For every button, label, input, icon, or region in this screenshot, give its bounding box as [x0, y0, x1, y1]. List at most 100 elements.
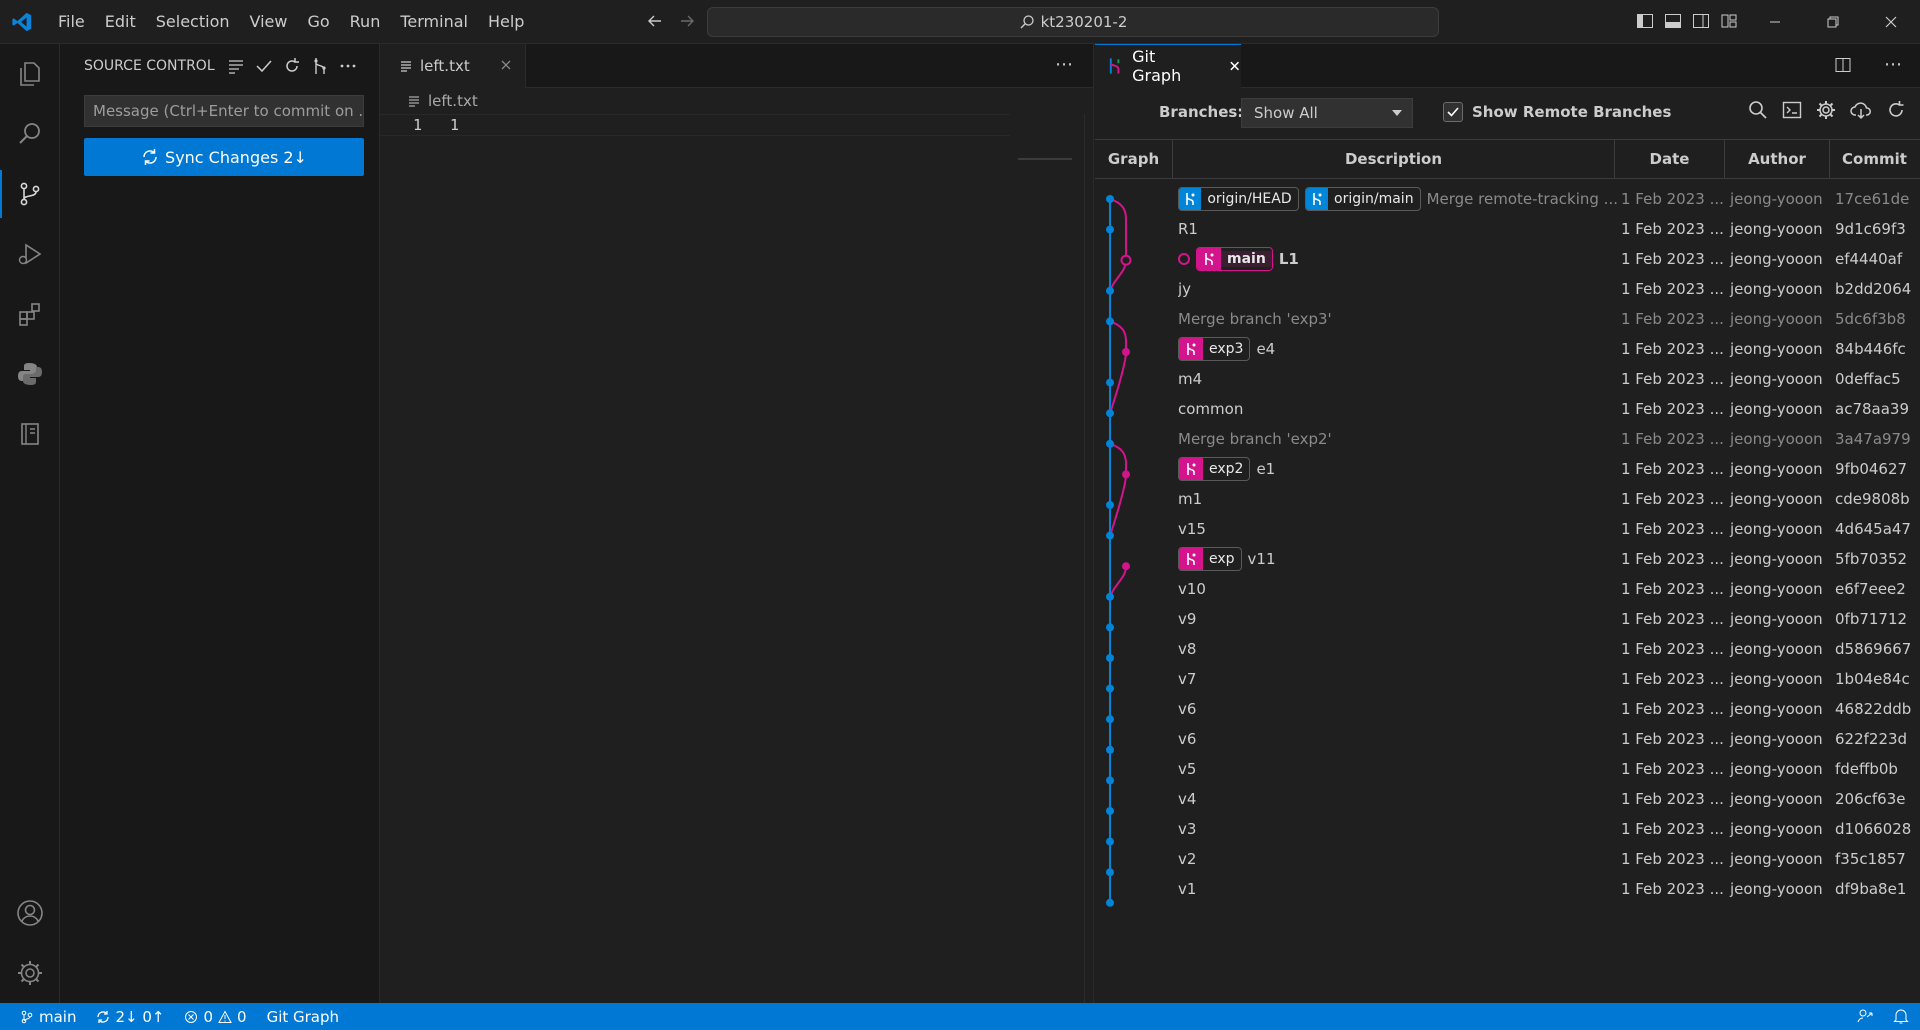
status-branch[interactable]: main [0, 1008, 86, 1026]
command-center[interactable]: kt230201-2 [707, 7, 1439, 37]
table-row[interactable]: v15 1 Feb 2023 ... jeong-yooon 4d645a47 [1095, 514, 1920, 544]
minimize-button[interactable] [1746, 0, 1804, 44]
table-row[interactable]: R1 1 Feb 2023 ... jeong-yooon 9d1c69f3 [1095, 214, 1920, 244]
table-row[interactable]: v6 1 Feb 2023 ... jeong-yooon 622f223d [1095, 724, 1920, 754]
tab-label: Git Graph [1132, 47, 1182, 85]
notifications-bell-icon[interactable] [1892, 1007, 1910, 1025]
branch-label[interactable]: main [1196, 247, 1273, 271]
notebook-button[interactable] [0, 404, 60, 464]
column-header-date[interactable]: Date [1615, 139, 1725, 179]
table-row[interactable]: v8 1 Feb 2023 ... jeong-yooon d5869667 [1095, 634, 1920, 664]
table-row[interactable]: common 1 Feb 2023 ... jeong-yooon ac78aa39 [1095, 394, 1920, 424]
column-header-graph[interactable]: Graph [1095, 139, 1173, 179]
tab-left-txt[interactable]: left.txt [380, 43, 526, 88]
branch-label[interactable]: exp [1178, 547, 1242, 571]
table-row[interactable]: v7 1 Feb 2023 ... jeong-yooon 1b04e84c [1095, 664, 1920, 694]
branch-label[interactable]: exp2 [1178, 457, 1251, 481]
column-header-description[interactable]: Description [1173, 139, 1615, 179]
view-as-list-icon[interactable] [227, 57, 245, 75]
table-row[interactable]: m1 1 Feb 2023 ... jeong-yooon cde9808b [1095, 484, 1920, 514]
forward-arrow-icon[interactable] [678, 12, 696, 30]
commit-message-input[interactable]: Message (Ctrl+Enter to commit on ... [84, 95, 364, 127]
breadcrumb-file[interactable]: left.txt [428, 92, 478, 110]
commit-hash: fdeffb0b [1835, 760, 1898, 778]
restore-button[interactable] [1804, 0, 1862, 44]
minimap-slider[interactable] [1018, 158, 1072, 160]
status-git-graph[interactable]: Git Graph [257, 1008, 349, 1026]
table-row[interactable]: v3 1 Feb 2023 ... jeong-yooon d1066028 [1095, 814, 1920, 844]
table-row[interactable]: origin/HEAD origin/main Merge remote-track… [1095, 184, 1920, 214]
branches-dropdown[interactable]: Show All [1241, 98, 1413, 128]
toggle-panel-icon[interactable] [1664, 12, 1682, 30]
menu-selection[interactable]: Selection [146, 12, 240, 31]
panel-more-actions-icon[interactable]: ⋯ [1884, 54, 1902, 75]
table-row[interactable]: v4 1 Feb 2023 ... jeong-yooon 206cf63e [1095, 784, 1920, 814]
status-sync[interactable]: 2↓ 0↑ [86, 1008, 174, 1026]
toggle-secondary-sidebar-icon[interactable] [1692, 12, 1710, 30]
customize-layout-icon[interactable] [1720, 12, 1738, 30]
menu-go[interactable]: Go [297, 12, 339, 31]
explorer-button[interactable] [0, 44, 60, 104]
refresh-icon[interactable] [1886, 100, 1906, 120]
find-icon[interactable] [1748, 100, 1768, 120]
table-row[interactable]: v6 1 Feb 2023 ... jeong-yooon 46822ddb [1095, 694, 1920, 724]
menu-view[interactable]: View [240, 12, 298, 31]
commit-hash: 5dc6f3b8 [1835, 310, 1906, 328]
close-tab-icon[interactable] [499, 58, 513, 72]
manage-button[interactable] [0, 943, 60, 1003]
table-row[interactable]: v9 1 Feb 2023 ... jeong-yooon 0fb71712 [1095, 604, 1920, 634]
table-row[interactable]: v5 1 Feb 2023 ... jeong-yooon fdeffb0b [1095, 754, 1920, 784]
table-row[interactable]: exp3 e4 1 Feb 2023 ... jeong-yooon 84b446fc [1095, 334, 1920, 364]
commit-message: v7 [1178, 670, 1197, 688]
menu-help[interactable]: Help [478, 12, 534, 31]
table-row[interactable]: v1 1 Feb 2023 ... jeong-yooon df9ba8e1 [1095, 874, 1920, 904]
sync-changes-button[interactable]: Sync Changes 2↓ [84, 138, 364, 176]
more-actions-icon[interactable] [339, 57, 357, 75]
fetch-cloud-icon[interactable] [1850, 100, 1872, 120]
table-row[interactable]: exp2 e1 1 Feb 2023 ... jeong-yooon 9fb04627 [1095, 454, 1920, 484]
editor-scrollbar[interactable] [1084, 114, 1085, 1003]
show-remote-checkbox[interactable] [1443, 102, 1463, 122]
branch-label[interactable]: origin/HEAD [1178, 187, 1299, 211]
search-button[interactable] [0, 104, 60, 164]
tab-git-graph[interactable]: Git Graph [1095, 43, 1241, 88]
table-row[interactable]: m4 1 Feb 2023 ... jeong-yooon 0deffac5 [1095, 364, 1920, 394]
table-row[interactable]: v2 1 Feb 2023 ... jeong-yooon f35c1857 [1095, 844, 1920, 874]
back-arrow-icon[interactable] [646, 12, 664, 30]
table-row[interactable]: jy 1 Feb 2023 ... jeong-yooon b2dd2064 [1095, 274, 1920, 304]
python-button[interactable] [0, 344, 60, 404]
branch-label[interactable]: origin/main [1304, 187, 1421, 211]
source-control-icon [20, 182, 40, 206]
terminal-icon[interactable] [1782, 100, 1802, 120]
column-header-commit[interactable]: Commit [1830, 139, 1919, 179]
code-line[interactable]: 1 1 [380, 114, 1010, 136]
git-graph-icon[interactable] [311, 57, 329, 75]
close-window-button[interactable] [1862, 0, 1920, 44]
menu-file[interactable]: File [48, 12, 95, 31]
editor-more-actions-icon[interactable]: ⋯ [1055, 54, 1073, 75]
settings-gear-icon[interactable] [1816, 100, 1836, 120]
column-header-author[interactable]: Author [1725, 139, 1830, 179]
close-tab-icon[interactable] [1228, 59, 1241, 73]
menu-edit[interactable]: Edit [95, 12, 146, 31]
table-row[interactable]: v10 1 Feb 2023 ... jeong-yooon e6f7eee2 [1095, 574, 1920, 604]
menu-terminal[interactable]: Terminal [390, 12, 478, 31]
menu-run[interactable]: Run [340, 12, 391, 31]
branch-label[interactable]: exp3 [1178, 337, 1251, 361]
source-control-button[interactable] [0, 164, 60, 224]
table-row[interactable]: Merge branch 'exp3' 1 Feb 2023 ... jeong-y… [1095, 304, 1920, 334]
table-row[interactable]: main L1 1 Feb 2023 ... jeong-yooon ef4440af [1095, 244, 1920, 274]
table-row[interactable]: exp v11 1 Feb 2023 ... jeong-yooon 5fb70352 [1095, 544, 1920, 574]
extensions-button[interactable] [0, 284, 60, 344]
accounts-button[interactable] [0, 883, 60, 943]
split-editor-icon[interactable] [1834, 56, 1852, 74]
status-problems[interactable]: 0 0 [174, 1008, 256, 1026]
commit-check-icon[interactable] [255, 57, 273, 75]
commit-message: v9 [1178, 610, 1197, 628]
live-share-icon[interactable] [1856, 1007, 1874, 1025]
run-debug-button[interactable] [0, 224, 60, 284]
table-row[interactable]: Merge branch 'exp2' 1 Feb 2023 ... jeong-y… [1095, 424, 1920, 454]
table-header: Graph Description Date Author Commit [1095, 139, 1920, 179]
toggle-primary-sidebar-icon[interactable] [1636, 12, 1654, 30]
refresh-icon[interactable] [283, 57, 301, 75]
